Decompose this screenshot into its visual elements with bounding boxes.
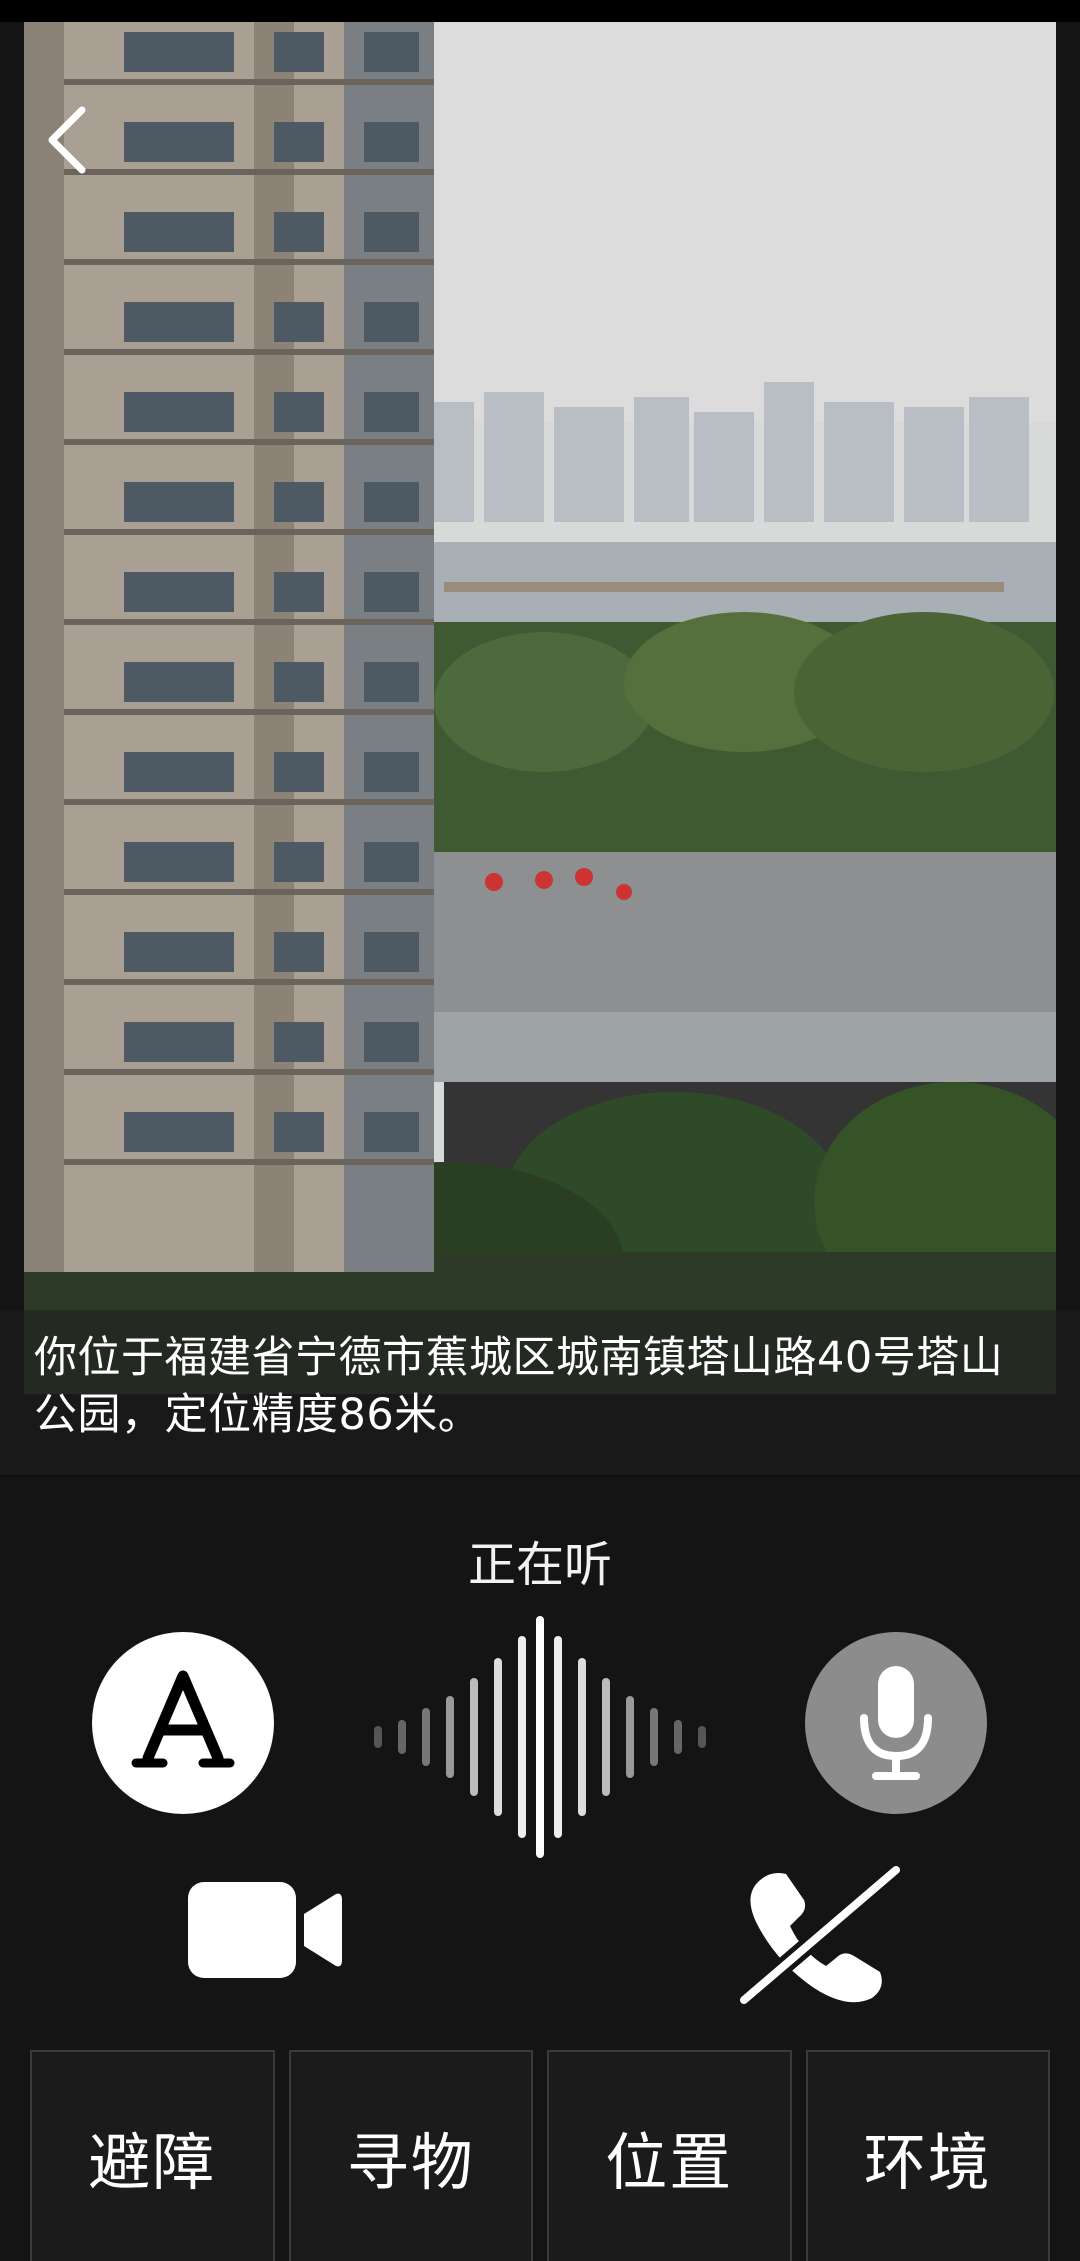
- bottom-tab-bar: 避障 寻物 位置 环境: [30, 2050, 1050, 2261]
- microphone-icon: [860, 1666, 932, 1780]
- hang-up-button[interactable]: [730, 1860, 910, 2010]
- status-bar-strip: [0, 0, 1080, 22]
- microphone-button[interactable]: [805, 1632, 987, 1814]
- tab-location[interactable]: 位置: [547, 2050, 792, 2261]
- sound-wave-icon: [370, 1612, 710, 1862]
- letter-a-icon: [131, 1670, 235, 1768]
- location-description: 你位于福建省宁德市蕉城区城南镇塔山路40号塔山公园，定位精度86米。: [34, 1333, 1004, 1440]
- back-button[interactable]: [40, 95, 100, 185]
- tab-environment[interactable]: 环境: [805, 2050, 1050, 2261]
- camera-preview: [24, 22, 1056, 1394]
- tab-find-object[interactable]: 寻物: [288, 2050, 533, 2261]
- tab-obstacle-avoidance[interactable]: 避障: [30, 2050, 275, 2261]
- text-mode-button[interactable]: [92, 1632, 274, 1814]
- video-camera-icon: [188, 1882, 342, 1978]
- divider: [0, 1475, 1080, 1477]
- video-button[interactable]: [180, 1870, 350, 1990]
- phone-off-icon: [735, 1861, 905, 2009]
- chevron-left-icon: [48, 106, 86, 174]
- listening-status: 正在听: [467, 1537, 612, 1593]
